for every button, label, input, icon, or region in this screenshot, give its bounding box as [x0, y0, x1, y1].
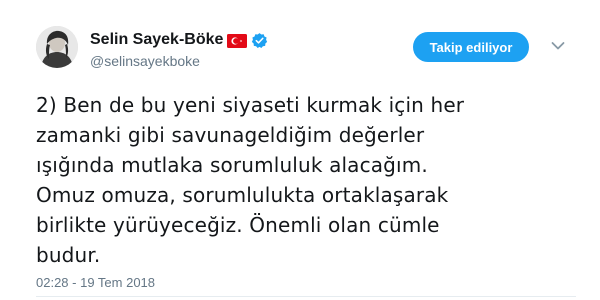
- verified-badge-icon: [251, 32, 268, 49]
- following-button[interactable]: Takip ediliyor: [413, 32, 529, 62]
- tweet-text: 2) Ben de bu yeni siyaseti kurmak için h…: [36, 93, 465, 267]
- divider: [36, 296, 576, 297]
- profile-avatar-icon: [36, 26, 78, 68]
- chevron-down-icon[interactable]: [551, 36, 565, 50]
- author-name-row: Selin Sayek-Böke: [90, 29, 268, 51]
- author-handle[interactable]: @selinsayekboke: [90, 53, 200, 69]
- avatar[interactable]: [36, 26, 78, 68]
- turkey-flag-icon: [227, 33, 248, 48]
- tweet-card: Selin Sayek-Böke @selinsayekboke Takip e…: [0, 0, 600, 300]
- author-display-name[interactable]: Selin Sayek-Böke: [90, 31, 223, 49]
- tweet-timestamp[interactable]: 02:28 - 19 Tem 2018: [36, 275, 155, 290]
